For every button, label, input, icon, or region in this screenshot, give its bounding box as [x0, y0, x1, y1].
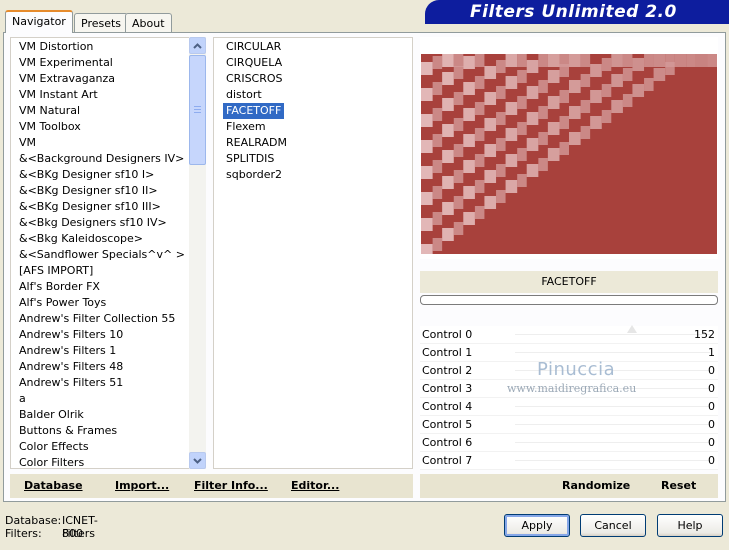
control-slider[interactable] — [515, 352, 710, 353]
chevron-up-icon — [193, 42, 202, 49]
control-label: Control 2 — [422, 364, 473, 377]
filter-item[interactable]: CIRQUELA — [223, 55, 285, 71]
category-item[interactable]: &<BKg Designer sf10 III> — [16, 199, 164, 215]
control-value: 0 — [708, 436, 715, 449]
controls-panel: Control 0 152 Control 1 1 Control 2 0 Control … — [420, 325, 718, 470]
control-row: Control 6 0 — [420, 434, 718, 452]
category-item[interactable]: &<BKg Designer sf10 II> — [16, 183, 161, 199]
filter-item[interactable]: SPLITDIS — [223, 151, 277, 167]
app-title: Filters Unlimited 2.0 — [470, 2, 677, 22]
category-list[interactable]: VM Distortion VM Experimental VM Extravaga… — [10, 37, 190, 469]
category-item[interactable]: VM Toolbox — [16, 119, 84, 135]
apply-button[interactable]: Apply — [504, 514, 570, 537]
filter-item[interactable]: FACETOFF — [223, 103, 285, 119]
cancel-button[interactable]: Cancel — [580, 514, 646, 537]
slider-thumb-icon[interactable] — [626, 324, 638, 334]
category-item[interactable]: &<Sandflower Specials^v^ > — [16, 247, 188, 263]
watermark-name: Pinuccia — [537, 359, 616, 380]
category-item[interactable]: VM — [16, 135, 39, 151]
control-slider[interactable] — [515, 424, 710, 425]
filter-item[interactable]: REALRADM — [223, 135, 290, 151]
scroll-up-button[interactable] — [189, 37, 206, 54]
control-label: Control 1 — [422, 346, 473, 359]
import-button[interactable]: Import... — [115, 478, 169, 494]
reset-button[interactable]: Reset — [661, 478, 696, 494]
control-value: 152 — [694, 328, 715, 341]
category-item[interactable]: Color Effects — [16, 439, 92, 455]
category-scrollbar[interactable] — [189, 37, 206, 469]
left-action-bar: Database Import... Filter Info... Editor… — [10, 474, 413, 498]
control-row: Control 5 0 — [420, 416, 718, 434]
chevron-down-icon — [193, 457, 202, 464]
right-action-bar: Randomize Reset — [420, 474, 718, 498]
help-button[interactable]: Help — [657, 514, 723, 537]
control-value: 0 — [708, 418, 715, 431]
category-item[interactable]: Color Filters — [16, 455, 87, 468]
randomize-button[interactable]: Randomize — [562, 478, 630, 494]
category-item[interactable]: Balder Olrik — [16, 407, 87, 423]
category-item[interactable]: Alf's Border FX — [16, 279, 103, 295]
tab-navigator[interactable]: Navigator — [5, 10, 73, 33]
control-value: 1 — [708, 346, 715, 359]
control-slider[interactable] — [515, 442, 710, 443]
control-value: 0 — [708, 382, 715, 395]
filter-item[interactable]: Flexem — [223, 119, 269, 135]
control-slider[interactable] — [515, 325, 710, 335]
editor-button[interactable]: Editor... — [291, 478, 339, 494]
category-item[interactable]: &<BKg Designer sf10 I> — [16, 167, 157, 183]
category-item[interactable]: Andrew's Filters 51 — [16, 375, 126, 391]
control-row: Control 0 152 — [420, 325, 718, 344]
scroll-thumb[interactable] — [189, 55, 206, 165]
category-item[interactable]: VM Distortion — [16, 39, 96, 55]
control-slider[interactable] — [515, 406, 710, 407]
filters-label: Filters: — [5, 527, 42, 540]
category-item[interactable]: VM Natural — [16, 103, 83, 119]
progress-bar — [420, 295, 718, 305]
database-label: Database: — [5, 514, 62, 527]
control-label: Control 3 — [422, 382, 473, 395]
filter-item[interactable]: sqborder2 — [223, 167, 285, 183]
database-status: Database: ICNET-Filters — [5, 514, 98, 540]
filter-preview-image — [421, 54, 717, 254]
control-row: Control 4 0 — [420, 398, 718, 416]
category-item[interactable]: &<Bkg Kaleidoscope> — [16, 231, 146, 247]
category-item[interactable]: Andrew's Filters 1 — [16, 343, 119, 359]
tab-presets[interactable]: Presets — [74, 13, 129, 33]
category-item[interactable]: &<Bkg Designers sf10 IV> — [16, 215, 170, 231]
category-item[interactable]: Andrew's Filter Collection 55 — [16, 311, 178, 327]
filter-list[interactable]: CIRCULAR CIRQUELA CRISCROS distort FACETOFF F… — [213, 37, 413, 469]
control-label: Control 4 — [422, 400, 473, 413]
watermark-url: www.maidiregrafica.eu — [507, 382, 637, 395]
filters-status: Filters: 800 — [5, 527, 83, 540]
database-button[interactable]: Database — [24, 478, 83, 494]
control-label: Control 6 — [422, 436, 473, 449]
category-item[interactable]: Alf's Power Toys — [16, 295, 109, 311]
scroll-down-button[interactable] — [189, 452, 206, 469]
filter-item[interactable]: distort — [223, 87, 265, 103]
control-value: 0 — [708, 364, 715, 377]
category-item[interactable]: VM Extravaganza — [16, 71, 118, 87]
filters-count: 800 — [62, 527, 83, 540]
filter-item[interactable]: CIRCULAR — [223, 39, 284, 55]
category-item[interactable]: &<Background Designers IV> — [16, 151, 187, 167]
control-label: Control 5 — [422, 418, 473, 431]
selected-filter-name: FACETOFF — [420, 271, 718, 293]
control-label: Control 7 — [422, 454, 473, 467]
category-item[interactable]: [AFS IMPORT] — [16, 263, 96, 279]
control-row: Control 7 0 — [420, 452, 718, 470]
category-item[interactable]: Andrew's Filters 10 — [16, 327, 126, 343]
control-label: Control 0 — [422, 328, 473, 341]
tab-about[interactable]: About — [125, 13, 172, 33]
control-slider[interactable] — [515, 460, 710, 461]
control-value: 0 — [708, 400, 715, 413]
category-item[interactable]: Andrew's Filters 48 — [16, 359, 126, 375]
category-item[interactable]: VM Experimental — [16, 55, 116, 71]
category-item[interactable]: a — [16, 391, 29, 407]
filter-info-button[interactable]: Filter Info... — [194, 478, 268, 494]
category-item[interactable]: Buttons & Frames — [16, 423, 120, 439]
category-item[interactable]: VM Instant Art — [16, 87, 101, 103]
control-value: 0 — [708, 454, 715, 467]
filter-item[interactable]: CRISCROS — [223, 71, 286, 87]
